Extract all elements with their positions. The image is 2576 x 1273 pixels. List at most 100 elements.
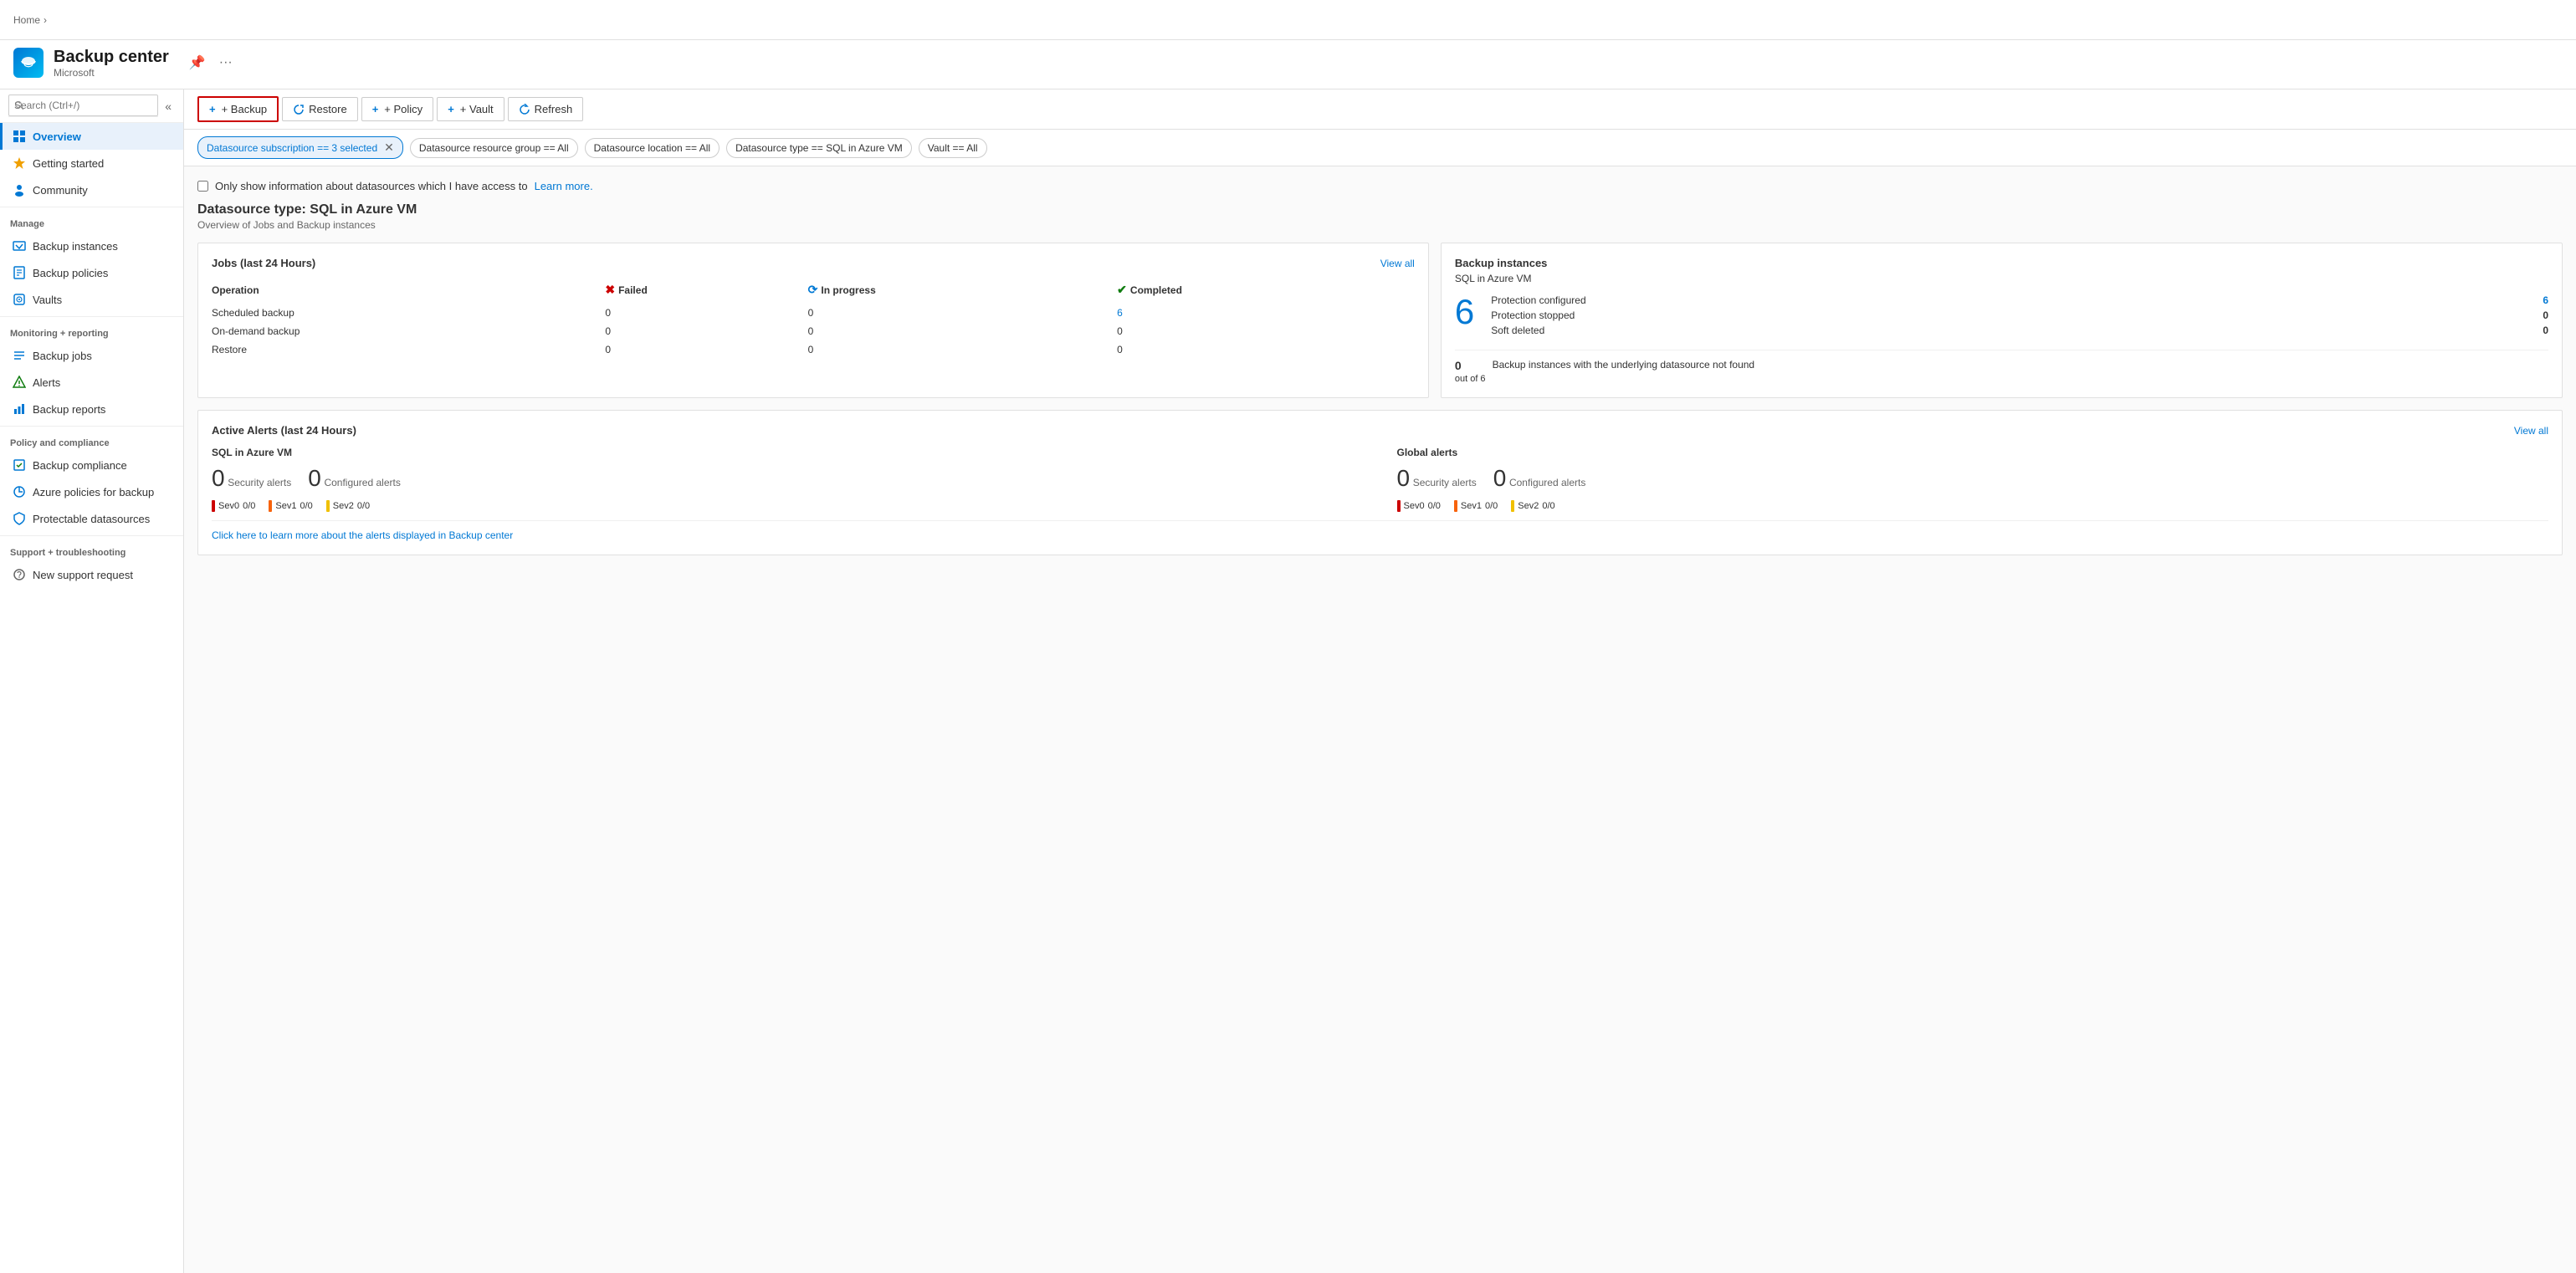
refresh-button[interactable]: Refresh <box>508 97 584 122</box>
sidebar-item-vaults[interactable]: Vaults <box>0 286 183 313</box>
main-layout: « Overview Getting started Community Man… <box>0 89 2576 1273</box>
sidebar-item-backup-compliance[interactable]: Backup compliance <box>0 452 183 478</box>
bi-bottom: 0 out of 6 Backup instances with the und… <box>1455 350 2548 384</box>
global-security-label: Security alerts <box>1413 477 1477 488</box>
refresh-button-label: Refresh <box>535 103 573 115</box>
row-1-completed: 0 <box>1117 322 1415 340</box>
alerts-card: Active Alerts (last 24 Hours) View all S… <box>197 410 2563 555</box>
sidebar-item-overview-label: Overview <box>33 130 81 143</box>
sidebar-item-backup-policies[interactable]: Backup policies <box>0 259 183 286</box>
sidebar-item-azure-policies[interactable]: Azure policies for backup <box>0 478 183 505</box>
community-icon <box>13 183 26 197</box>
sidebar-item-new-support-request[interactable]: New support request <box>0 561 183 588</box>
sidebar-item-alerts-label: Alerts <box>33 376 60 389</box>
vault-button[interactable]: + + Vault <box>437 97 504 121</box>
sidebar-item-backup-instances-label: Backup instances <box>33 240 118 253</box>
failed-header: ✖ Failed <box>605 283 647 297</box>
more-icon[interactable]: ··· <box>216 53 236 73</box>
jobs-view-all-link[interactable]: View all <box>1380 258 1415 269</box>
bi-content: 6 Protection configured 6 Protection sto… <box>1455 294 2548 340</box>
content-area: + + Backup Restore + + Policy + + Vault <box>184 89 2576 1273</box>
bi-bottom-text: Backup instances with the underlying dat… <box>1493 359 1755 384</box>
row-1-inprogress: 0 <box>808 322 1118 340</box>
bi-stat-0-label: Protection configured <box>1491 294 1585 306</box>
sidebar-item-vaults-label: Vaults <box>33 294 62 306</box>
learn-more-link[interactable]: Learn more. <box>535 180 593 192</box>
policy-button[interactable]: + + Policy <box>361 97 433 121</box>
completed-header: ✔ Completed <box>1117 283 1182 297</box>
sidebar-item-backup-jobs[interactable]: Backup jobs <box>0 342 183 369</box>
global-configured-count: 0 <box>1493 465 1507 491</box>
filter-chip-1[interactable]: Datasource resource group == All <box>410 138 578 158</box>
filter-chip-0-close[interactable]: ✕ <box>384 141 394 155</box>
app-icon <box>13 48 44 78</box>
global-sev1-value: 0/0 <box>1485 501 1498 511</box>
collapse-sidebar-button[interactable]: « <box>161 96 175 116</box>
sidebar-item-protectable-datasources-label: Protectable datasources <box>33 513 150 525</box>
filter-chip-2-label: Datasource location == All <box>594 142 710 154</box>
pin-icon[interactable]: 📌 <box>186 53 209 73</box>
sql-sev1-bar <box>269 500 272 512</box>
top-bar: Home › <box>0 0 2576 40</box>
bi-stat-1-value: 0 <box>2543 309 2548 321</box>
azure-policies-icon <box>13 485 26 498</box>
sidebar-item-getting-started[interactable]: Getting started <box>0 150 183 176</box>
sidebar-item-backup-reports[interactable]: Backup reports <box>0 396 183 422</box>
bi-stat-1-label: Protection stopped <box>1491 309 1575 321</box>
bi-stat-2-value: 0 <box>2543 325 2548 336</box>
failed-icon: ✖ <box>605 283 615 297</box>
sql-configured-count: 0 <box>308 465 321 491</box>
filter-chip-0[interactable]: Datasource subscription == 3 selected ✕ <box>197 136 403 159</box>
col-operation: Operation <box>212 279 605 304</box>
filter-chip-4[interactable]: Vault == All <box>919 138 987 158</box>
backup-instances-card: Backup instances SQL in Azure VM 6 Prote… <box>1441 243 2563 398</box>
global-configured-label: Configured alerts <box>1509 477 1585 488</box>
backup-button[interactable]: + + Backup <box>197 96 279 122</box>
bi-stat-0-value[interactable]: 6 <box>2543 294 2548 306</box>
global-sev1-bar <box>1454 500 1457 512</box>
sidebar-item-getting-started-label: Getting started <box>33 157 104 170</box>
sidebar-item-protectable-datasources[interactable]: Protectable datasources <box>0 505 183 532</box>
backup-compliance-icon <box>13 458 26 472</box>
sidebar-item-community[interactable]: Community <box>0 176 183 203</box>
sql-sev1-value: 0/0 <box>300 501 312 511</box>
bi-stat-row-0: Protection configured 6 <box>1491 294 2548 306</box>
alerts-card-header: Active Alerts (last 24 Hours) View all <box>212 424 2548 437</box>
sql-security-count: 0 <box>212 465 225 491</box>
bi-stats: Protection configured 6 Protection stopp… <box>1491 294 2548 340</box>
global-sev0-value: 0/0 <box>1428 501 1441 511</box>
inprogress-icon: ⟳ <box>808 283 818 297</box>
restore-button[interactable]: Restore <box>282 97 358 122</box>
sidebar-item-overview[interactable]: Overview <box>0 123 183 150</box>
filter-chip-3[interactable]: Datasource type == SQL in Azure VM <box>726 138 912 158</box>
app-header: Backup center Microsoft 📌 ··· <box>0 40 2576 89</box>
alerts-view-all-link[interactable]: View all <box>2514 425 2548 437</box>
content-body: Only show information about datasources … <box>184 166 2576 1273</box>
getting-started-icon <box>13 156 26 170</box>
table-row: Restore 0 0 0 <box>212 340 1415 359</box>
row-0-completed: 6 <box>1117 304 1415 322</box>
section-subtitle: Overview of Jobs and Backup instances <box>197 219 2563 231</box>
sql-sev2-label: Sev2 <box>333 501 354 511</box>
protectable-datasources-icon <box>13 512 26 525</box>
checkbox-label: Only show information about datasources … <box>215 180 528 192</box>
alerts-learn-more-link[interactable]: Click here to learn more about the alert… <box>212 520 2548 541</box>
col-failed: ✖ Failed <box>605 279 807 304</box>
search-input[interactable] <box>8 95 158 116</box>
row-2-failed: 0 <box>605 340 807 359</box>
alerts-global-title: Global alerts <box>1397 447 2549 458</box>
sidebar-item-backup-instances[interactable]: Backup instances <box>0 233 183 259</box>
filter-chip-2[interactable]: Datasource location == All <box>585 138 720 158</box>
col-inprogress: ⟳ In progress <box>808 279 1118 304</box>
sidebar-item-backup-reports-label: Backup reports <box>33 403 105 416</box>
app-title: Backup center <box>54 47 169 67</box>
jobs-table-header-row: Operation ✖ Failed ⟳ <box>212 279 1415 304</box>
jobs-card-header: Jobs (last 24 Hours) View all <box>212 257 1415 269</box>
sql-sev-row: Sev0 0/0 Sev1 0/0 Sev2 0/0 <box>212 500 1364 512</box>
completed-6-link[interactable]: 6 <box>1117 307 1123 319</box>
datasource-access-checkbox[interactable] <box>197 181 208 192</box>
breadcrumb-home[interactable]: Home › <box>13 14 47 26</box>
sidebar-item-alerts[interactable]: Alerts <box>0 369 183 396</box>
filter-chip-0-label: Datasource subscription == 3 selected <box>207 142 377 154</box>
sidebar-section-support: Support + troubleshooting <box>0 535 183 561</box>
